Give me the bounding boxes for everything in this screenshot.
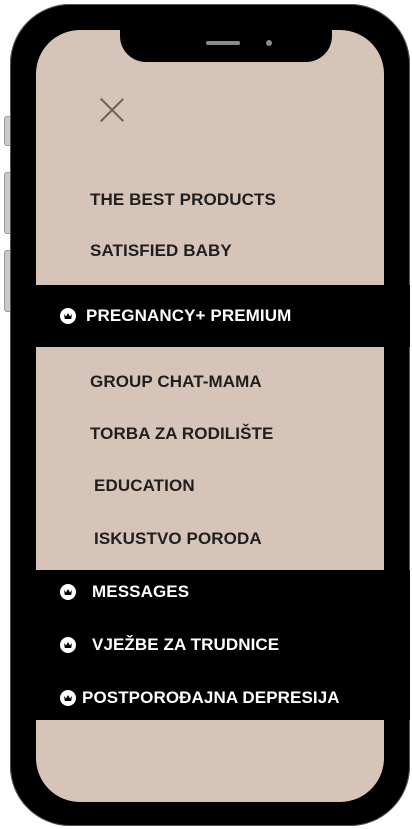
crown-icon (60, 690, 76, 706)
menu-item-label: PREGNANCY+ PREMIUM (86, 306, 292, 325)
menu-item-label: EDUCATION (94, 476, 195, 495)
menu-item-label: TORBA ZA RODILIŠTE (90, 424, 274, 443)
menu-item-label: POSTPOROĐAJNA DEPRESIJA (82, 688, 340, 707)
menu-item-label: VJEŽBE ZA TRUDNICE (92, 635, 280, 654)
menu-item-group-chat-mama[interactable]: GROUP CHAT-MAMA (26, 362, 410, 402)
menu-item-label: GROUP CHAT-MAMA (90, 372, 262, 391)
crown-icon (60, 637, 76, 653)
menu-item-label: MESSAGES (92, 582, 190, 601)
menu-item-iskustvo-poroda[interactable]: ISKUSTVO PORODA (26, 519, 410, 559)
menu-item-education[interactable]: EDUCATION (26, 466, 410, 506)
crown-icon (60, 584, 76, 600)
crown-icon (60, 308, 76, 324)
menu-item-messages[interactable]: MESSAGES (26, 572, 410, 612)
close-icon[interactable] (98, 96, 126, 124)
menu-item-postporodajna-depresija[interactable]: POSTPOROĐAJNA DEPRESIJA (26, 678, 410, 718)
menu-item-the-best-products[interactable]: THE BEST PRODUCTS (26, 180, 410, 220)
speaker-grille (206, 41, 240, 45)
menu-item-label: SATISFIED BABY (90, 241, 232, 260)
menu-item-pregnancy-premium[interactable]: PREGNANCY+ PREMIUM (26, 296, 410, 336)
notch (120, 20, 332, 62)
front-camera (266, 40, 272, 46)
menu-item-label: THE BEST PRODUCTS (90, 190, 276, 209)
menu-item-vjezbe-za-trudnice[interactable]: VJEŽBE ZA TRUDNICE (26, 625, 410, 665)
menu-item-label: ISKUSTVO PORODA (94, 529, 262, 548)
menu-item-satisfied-baby[interactable]: SATISFIED BABY (26, 231, 410, 271)
menu-item-torba-za-rodiliste[interactable]: TORBA ZA RODILIŠTE (26, 414, 410, 454)
